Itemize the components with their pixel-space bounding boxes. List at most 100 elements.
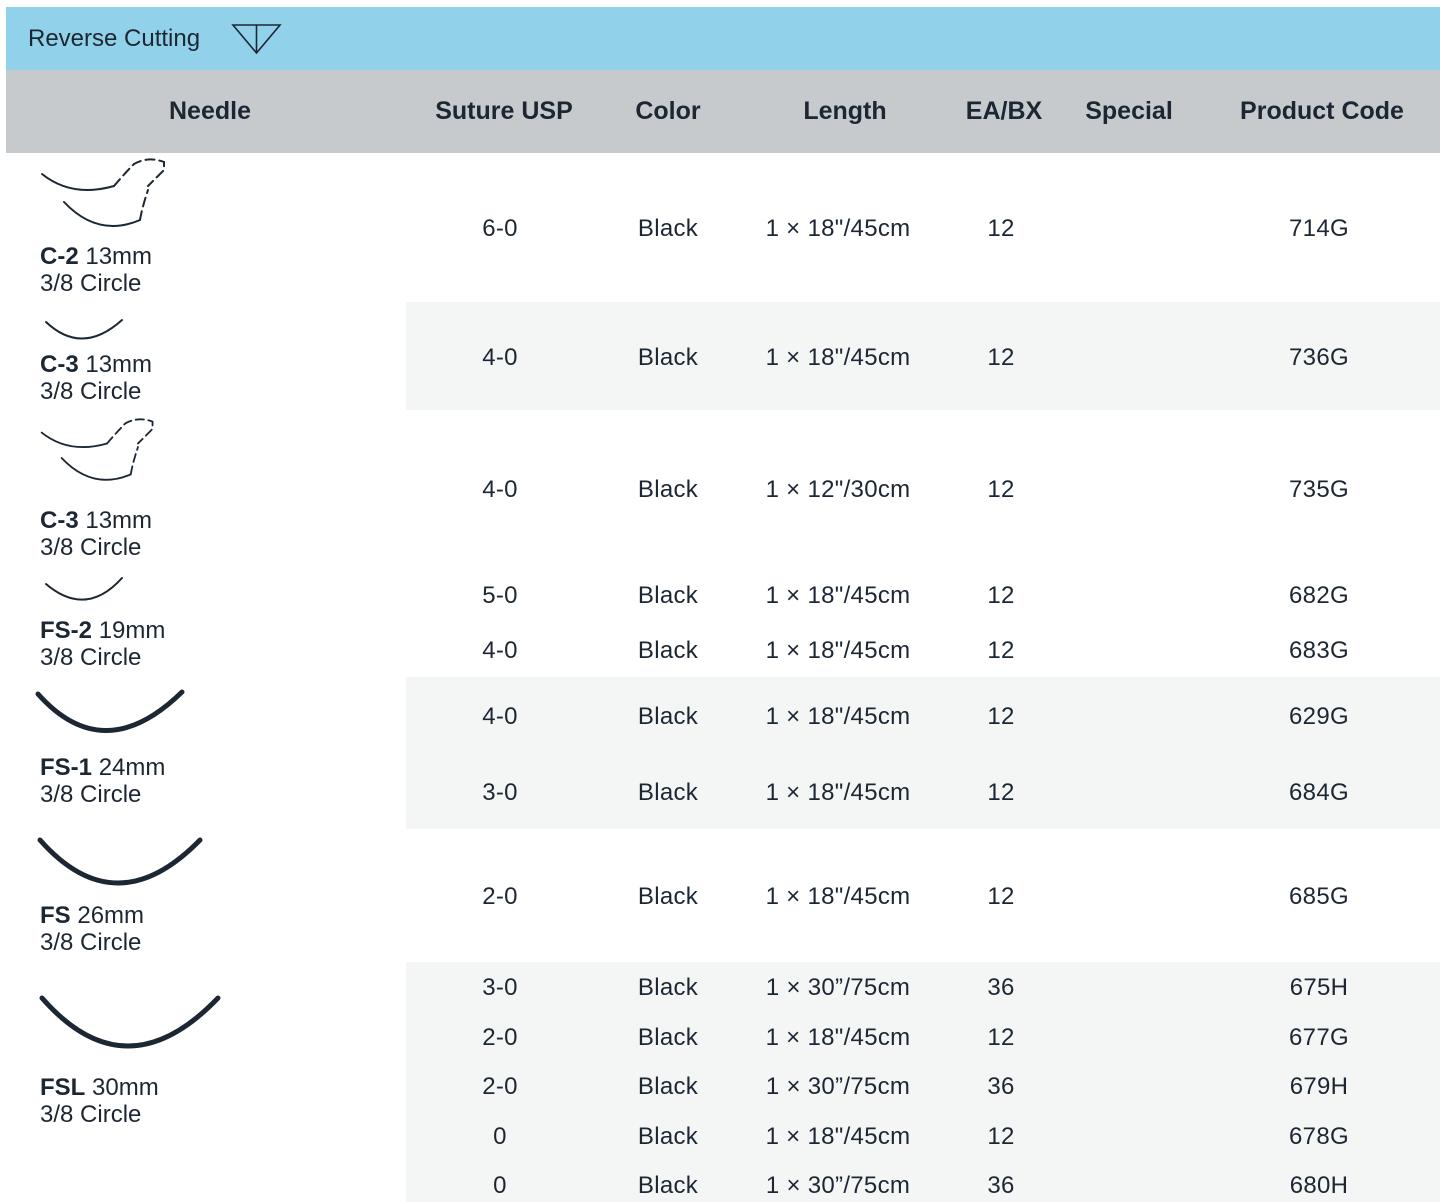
cell-color: Black: [637, 1172, 699, 1199]
row-stripe: [406, 302, 1440, 410]
cell-color: Black: [637, 1123, 699, 1150]
header-ea-bx: EA/BX: [965, 97, 1043, 125]
cell-suture-usp: 2-0: [482, 1073, 518, 1100]
row-stripe: [406, 677, 1440, 829]
cell-suture-usp: 2-0: [482, 1024, 518, 1051]
cell-product-code: 680H: [1289, 1172, 1349, 1199]
cell-suture-usp: 0: [493, 1123, 507, 1150]
needle-shape: 3/8 Circle: [40, 929, 142, 956]
cell-suture-usp: 4-0: [482, 703, 518, 730]
cell-color: Black: [637, 1073, 699, 1100]
needle-shape: 3/8 Circle: [40, 1101, 142, 1128]
cell-length: 1 × 18"/45cm: [765, 883, 911, 910]
header-special: Special: [1085, 97, 1173, 125]
cell-product-code: 714G: [1289, 215, 1349, 242]
cell-product-code: 735G: [1289, 476, 1349, 503]
row-stripe: [406, 962, 1440, 1202]
needle-code: FS: [40, 902, 71, 929]
section-banner: Reverse Cutting: [6, 7, 1440, 70]
needle-size: 13mm: [85, 351, 153, 378]
cell-length: 1 × 30”/75cm: [765, 1073, 911, 1100]
cell-suture-usp: 0: [493, 1172, 507, 1199]
cell-suture-usp: 3-0: [482, 974, 518, 1001]
cell-length: 1 × 18"/45cm: [765, 344, 911, 371]
cell-suture-usp: 4-0: [482, 476, 518, 503]
needle-code: C-3: [40, 507, 79, 534]
cell-ea-bx: 12: [987, 344, 1015, 371]
cell-length: 1 × 18"/45cm: [765, 779, 911, 806]
needle-code: FSL: [40, 1074, 86, 1101]
needle-label: FS-2 19mm 3/8 Circle: [40, 617, 165, 671]
cell-ea-bx: 12: [987, 779, 1015, 806]
needle-shape: 3/8 Circle: [40, 644, 142, 671]
cell-suture-usp: 5-0: [482, 582, 518, 609]
cell-suture-usp: 4-0: [482, 344, 518, 371]
header-length: Length: [803, 97, 887, 125]
cell-suture-usp: 6-0: [482, 215, 518, 242]
needle-size: 13mm: [85, 243, 153, 270]
cell-color: Black: [637, 344, 699, 371]
cell-product-code: 629G: [1289, 703, 1349, 730]
needle-size: 30mm: [92, 1074, 159, 1101]
cell-suture-usp: 3-0: [482, 779, 518, 806]
cell-color: Black: [637, 779, 699, 806]
cell-length: 1 × 18"/45cm: [765, 582, 911, 609]
header-needle: Needle: [169, 97, 251, 125]
cell-length: 1 × 18"/45cm: [765, 1123, 911, 1150]
cell-suture-usp: 2-0: [482, 883, 518, 910]
header-suture-usp: Suture USP: [435, 97, 573, 125]
cell-ea-bx: 12: [987, 215, 1015, 242]
needle-size: 13mm: [85, 507, 153, 534]
table-header: Needle Suture USP Color Length EA/BX Spe…: [6, 70, 1440, 153]
cell-ea-bx: 12: [987, 582, 1015, 609]
header-color: Color: [635, 97, 701, 125]
cell-color: Black: [637, 1024, 699, 1051]
needle-code: C-3: [40, 351, 79, 378]
cell-product-code: 682G: [1289, 582, 1349, 609]
needle-code: FS-2: [40, 617, 93, 644]
needle-code: C-2: [40, 243, 79, 270]
cell-ea-bx: 36: [987, 974, 1015, 1001]
cell-suture-usp: 4-0: [482, 637, 518, 664]
needle-size: 19mm: [98, 617, 166, 644]
needle-label: FS-1 24mm 3/8 Circle: [40, 754, 165, 808]
reverse-cutting-triangle-icon: [226, 23, 284, 60]
cell-length: 1 × 30”/75cm: [765, 974, 911, 1001]
cell-ea-bx: 12: [987, 883, 1015, 910]
section-title: Reverse Cutting: [28, 25, 201, 52]
cell-color: Black: [637, 476, 699, 503]
cell-product-code: 675H: [1289, 974, 1349, 1001]
cell-product-code: 679H: [1289, 1073, 1349, 1100]
cell-ea-bx: 36: [987, 1073, 1015, 1100]
cell-ea-bx: 12: [987, 703, 1015, 730]
cell-color: Black: [637, 974, 699, 1001]
needle-label: C-2 13mm 3/8 Circle: [40, 243, 152, 297]
needle-label: C-3 13mm 3/8 Circle: [40, 351, 152, 405]
cell-product-code: 684G: [1289, 779, 1349, 806]
cell-color: Black: [637, 637, 699, 664]
needle-label: FS 26mm 3/8 Circle: [40, 902, 144, 956]
cell-ea-bx: 12: [987, 476, 1015, 503]
cell-ea-bx: 12: [987, 1024, 1015, 1051]
needle-shape: 3/8 Circle: [40, 534, 142, 561]
cell-color: Black: [637, 703, 699, 730]
needle-shape: 3/8 Circle: [40, 270, 142, 297]
cell-color: Black: [637, 582, 699, 609]
cell-ea-bx: 36: [987, 1172, 1015, 1199]
cell-length: 1 × 18"/45cm: [765, 703, 911, 730]
needle-label: C-3 13mm 3/8 Circle: [40, 507, 152, 561]
cell-length: 1 × 18"/45cm: [765, 637, 911, 664]
cell-color: Black: [637, 215, 699, 242]
needle-shape: 3/8 Circle: [40, 781, 142, 808]
needle-size: 26mm: [77, 902, 145, 929]
needle-code: FS-1: [40, 754, 93, 781]
cell-product-code: 685G: [1289, 883, 1349, 910]
cell-product-code: 678G: [1289, 1123, 1349, 1150]
cell-product-code: 683G: [1289, 637, 1349, 664]
cell-ea-bx: 12: [987, 1123, 1015, 1150]
cell-length: 1 × 12"/30cm: [765, 476, 911, 503]
header-product-code: Product Code: [1240, 97, 1404, 125]
cell-product-code: 736G: [1289, 344, 1349, 371]
needle-shape: 3/8 Circle: [40, 378, 142, 405]
needle-label: FSL 30mm 3/8 Circle: [40, 1074, 159, 1128]
